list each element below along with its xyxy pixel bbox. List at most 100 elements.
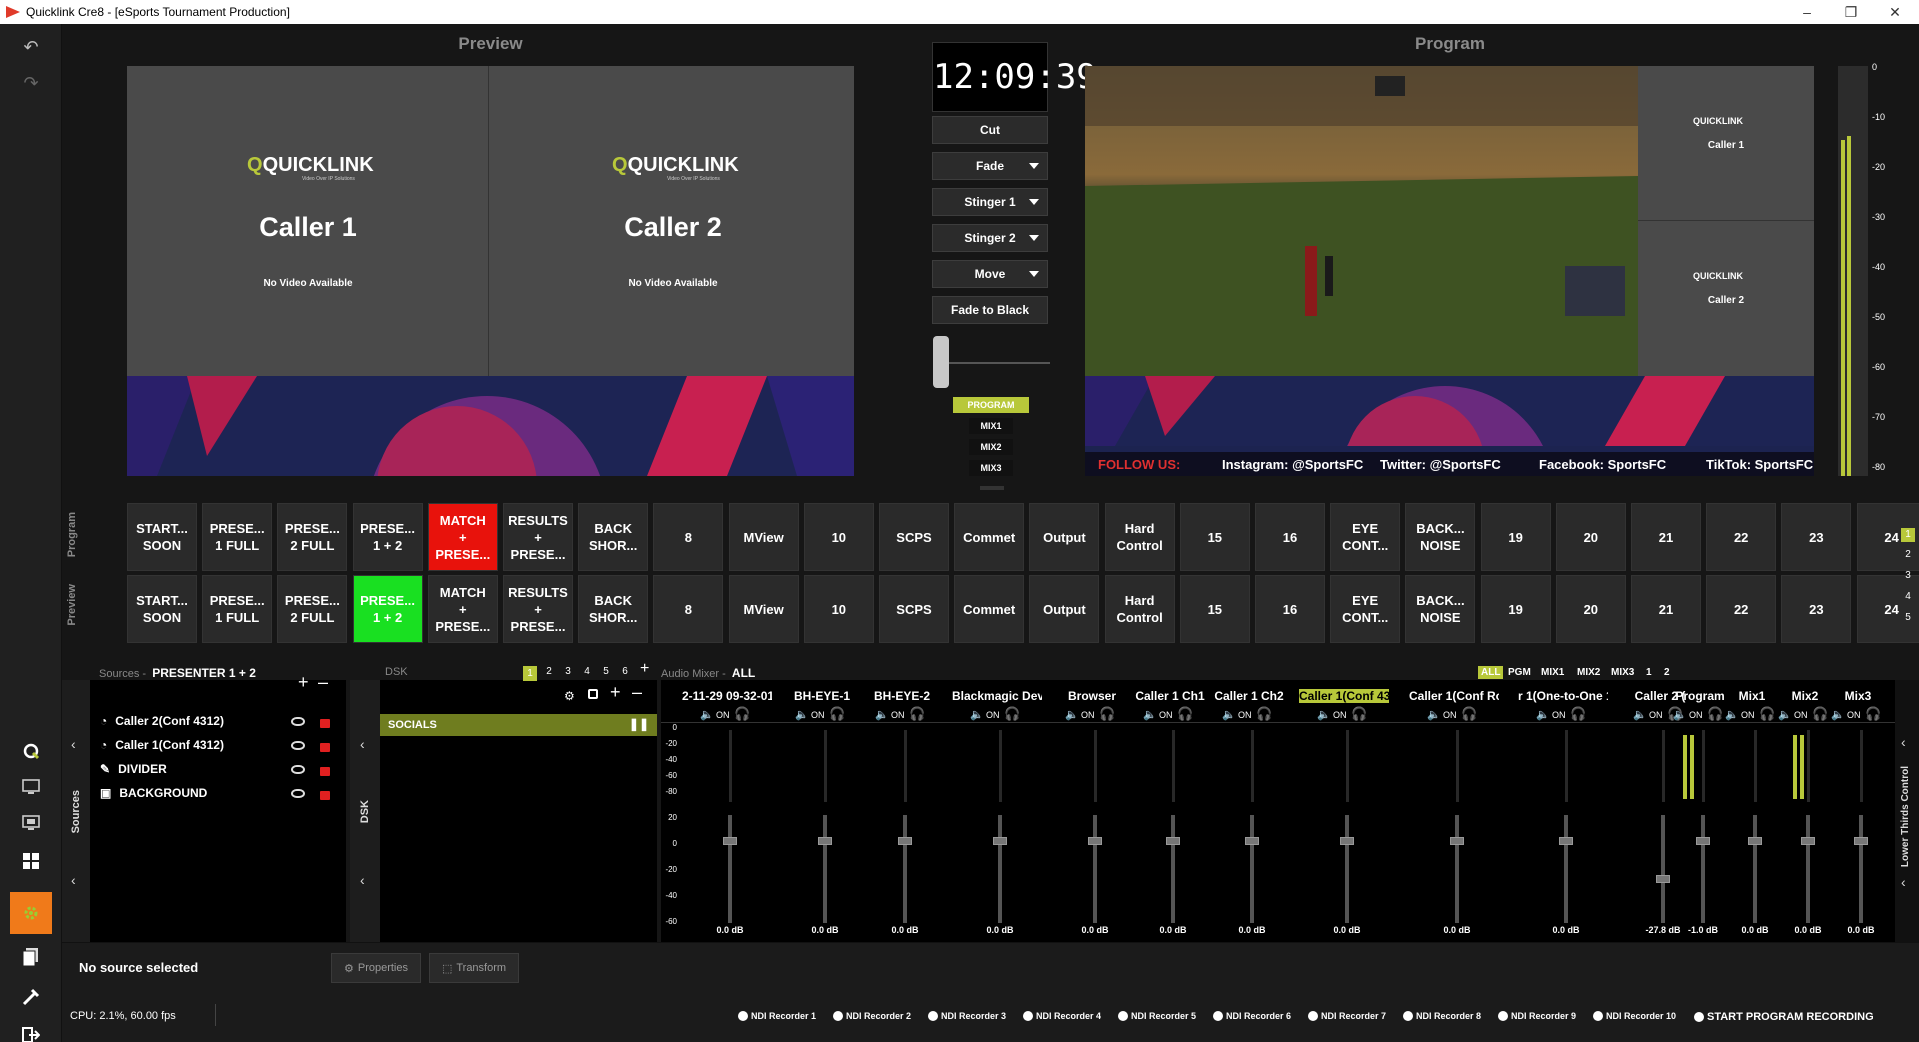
program-scene-button[interactable]: 10 [803, 503, 874, 571]
preview-scene-button[interactable]: 19 [1480, 575, 1551, 643]
fader-knob[interactable] [1166, 837, 1180, 845]
program-scene-button[interactable]: 22 [1706, 503, 1777, 571]
channel-on-label[interactable]: ON [1159, 710, 1173, 720]
ndi-recorder-toggle[interactable]: NDI Recorder 1 [738, 1011, 816, 1021]
ndi-recorder-toggle[interactable]: NDI Recorder 3 [928, 1011, 1006, 1021]
chevron-left-icon[interactable]: ‹ [71, 872, 76, 888]
headphones-icon[interactable]: 🎧 [1177, 706, 1193, 722]
add-dsk-icon[interactable]: + [610, 682, 621, 703]
source-item[interactable]: ▣ BACKGROUND [100, 786, 320, 800]
program-scene-button[interactable]: PRESE... 1 FULL [202, 503, 273, 571]
t-bar-handle[interactable] [933, 336, 949, 388]
lock-icon[interactable] [320, 791, 330, 800]
headphones-icon[interactable]: 🎧 [1759, 706, 1775, 722]
preview-scene-button[interactable]: EYE CONT... [1330, 575, 1401, 643]
program-scene-button[interactable]: MATCH + PRESE... [427, 503, 498, 571]
preview-scene-button[interactable]: START... SOON [127, 575, 197, 643]
program-scene-button[interactable]: BACK SHOR... [578, 503, 649, 571]
preview-scene-button[interactable]: 16 [1255, 575, 1325, 643]
stinger1-button[interactable]: Stinger 1 [932, 188, 1048, 216]
settings-gear-icon[interactable] [10, 892, 52, 934]
preview-scene-button[interactable]: 8 [653, 575, 724, 643]
remove-source-icon[interactable]: – [318, 672, 328, 693]
channel-on-label[interactable]: ON [716, 710, 730, 720]
files-icon[interactable] [14, 942, 48, 972]
chevron-down-icon[interactable] [1029, 271, 1039, 277]
headphones-icon[interactable]: 🎧 [1461, 706, 1477, 722]
chevron-left-icon[interactable]: ‹ [1901, 734, 1906, 750]
fader-knob[interactable] [993, 837, 1007, 845]
fader-knob[interactable] [1854, 837, 1868, 845]
program-scene-button[interactable]: PRESE... 1 + 2 [352, 503, 423, 571]
fader-knob[interactable] [1088, 837, 1102, 845]
ndi-recorder-toggle[interactable]: NDI Recorder 2 [833, 1011, 911, 1021]
scene-page-button[interactable]: 3 [1901, 570, 1915, 581]
program-scene-button[interactable]: BACK... NOISE [1405, 503, 1476, 571]
source-item[interactable]: ◔ Caller 2(Conf 4312) [100, 714, 320, 728]
preview-scene-button[interactable]: PRESE... 1 + 2 [352, 575, 423, 643]
lock-icon[interactable] [320, 767, 330, 776]
channel-on-label[interactable]: ON [1081, 710, 1095, 720]
program-scene-button[interactable]: 23 [1781, 503, 1852, 571]
preview-scene-button[interactable]: 10 [803, 575, 874, 643]
move-button[interactable]: Move [932, 260, 1048, 288]
audio-bus-tab[interactable]: MIX1 [1538, 666, 1567, 679]
fade-button[interactable]: Fade [932, 152, 1048, 180]
visibility-eye-icon[interactable] [291, 789, 305, 798]
scene-page-button[interactable]: 5 [1901, 612, 1915, 623]
speaker-icon[interactable]: 🔈 [1725, 708, 1739, 721]
scene-page-button[interactable]: 1 [1901, 528, 1915, 542]
chevron-left-icon[interactable]: ‹ [360, 872, 365, 888]
cut-button[interactable]: Cut [932, 116, 1048, 144]
dsk-page-button[interactable]: 3 [561, 666, 575, 677]
lock-icon[interactable] [588, 689, 598, 699]
audio-bus-tab[interactable]: PGM [1505, 666, 1534, 679]
preview-scene-button[interactable]: PRESE... 1 FULL [202, 575, 273, 643]
fader-knob[interactable] [1245, 837, 1259, 845]
headphones-icon[interactable]: 🎧 [1099, 706, 1115, 722]
ndi-recorder-toggle[interactable]: NDI Recorder 6 [1213, 1011, 1291, 1021]
transform-button[interactable]: ⬚ Transform [429, 953, 519, 983]
speaker-icon[interactable]: 🔈 [1633, 708, 1647, 721]
minimize-button[interactable]: – [1784, 0, 1830, 24]
program-scene-button[interactable]: MView [728, 503, 799, 571]
visibility-eye-icon[interactable] [291, 741, 305, 750]
preview-scene-button[interactable]: MView [728, 575, 799, 643]
pause-icon[interactable]: ❚❚ [629, 717, 649, 731]
program-scene-button[interactable]: EYE CONT... [1330, 503, 1401, 571]
program-scene-button[interactable]: Hard Control [1104, 503, 1175, 571]
channel-on-label[interactable]: ON [1649, 710, 1663, 720]
program-scene-button[interactable]: 21 [1631, 503, 1701, 571]
preview-scene-button[interactable]: Commet [954, 575, 1025, 643]
headphones-icon[interactable]: 🎧 [1707, 706, 1723, 722]
bus-mix2-button[interactable]: MIX2 [969, 439, 1013, 455]
channel-on-label[interactable]: ON [1333, 710, 1347, 720]
preview-scene-button[interactable]: 23 [1781, 575, 1852, 643]
preview-monitor[interactable]: QQUICKLINK Video Over IP Solutions Calle… [127, 66, 854, 376]
fader-knob[interactable] [1656, 875, 1670, 883]
multiview-icon[interactable] [14, 808, 48, 838]
ndi-recorder-toggle[interactable]: NDI Recorder 9 [1498, 1011, 1576, 1021]
speaker-icon[interactable]: 🔈 [1427, 708, 1441, 721]
tools-icon[interactable] [14, 982, 48, 1012]
preview-scene-button[interactable]: 20 [1555, 575, 1626, 643]
chevron-left-icon[interactable]: ‹ [360, 736, 365, 752]
layout-grid-icon[interactable] [14, 846, 48, 876]
speaker-icon[interactable]: 🔈 [1536, 708, 1550, 721]
lock-icon[interactable] [320, 743, 330, 752]
preview-scene-button[interactable]: Output [1029, 575, 1100, 643]
fade-to-black-button[interactable]: Fade to Black [932, 296, 1048, 324]
channel-on-label[interactable]: ON [1794, 710, 1808, 720]
dsk-page-button[interactable]: 5 [599, 666, 613, 677]
program-scene-button[interactable]: START... SOON [127, 503, 197, 571]
fader-knob[interactable] [1340, 837, 1354, 845]
headphones-icon[interactable]: 🎧 [1256, 706, 1272, 722]
preview-scene-button[interactable]: MATCH + PRESE... [427, 575, 498, 643]
program-scene-button[interactable]: PRESE... 2 FULL [277, 503, 348, 571]
bus-mix1-button[interactable]: MIX1 [969, 418, 1013, 434]
fader-knob[interactable] [1748, 837, 1762, 845]
gear-icon[interactable]: ⚙ [564, 689, 575, 703]
exit-icon[interactable] [14, 1020, 48, 1042]
headphones-icon[interactable]: 🎧 [829, 706, 845, 722]
preview-scene-button[interactable]: 21 [1631, 575, 1701, 643]
